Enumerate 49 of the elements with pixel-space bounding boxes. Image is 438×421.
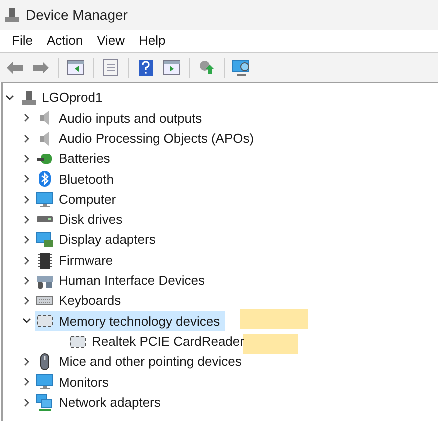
tree-item[interactable]: Keyboards	[35, 291, 126, 312]
expand-chevron-icon[interactable]	[22, 377, 32, 388]
tree-item[interactable]: Audio Processing Objects (APOs)	[35, 128, 260, 149]
tree-item[interactable]: Display adapters	[35, 230, 161, 250]
expand-chevron-icon[interactable]	[22, 113, 32, 124]
monitor-icon	[36, 190, 54, 209]
bluetooth-icon	[36, 170, 54, 188]
display-adapter-icon	[36, 231, 54, 250]
tree-item[interactable]: Audio inputs and outputs	[35, 108, 208, 128]
computer-tower-icon	[4, 7, 20, 23]
monitor-icon	[36, 373, 54, 392]
gear-up-arrow-icon	[200, 61, 214, 74]
tree-item[interactable]: Mice and other pointing devices	[35, 352, 247, 372]
tree-item[interactable]: Disk drives	[35, 210, 128, 230]
expand-chevron-icon[interactable]	[22, 235, 32, 246]
network-icon	[36, 394, 54, 412]
tree-item[interactable]: Network adapters	[35, 392, 166, 413]
expand-chevron-icon[interactable]	[22, 214, 32, 225]
menu-item[interactable]: View	[91, 31, 132, 51]
chip-icon	[36, 252, 54, 270]
expand-chevron-icon[interactable]	[22, 296, 32, 306]
window-title: Device Manager	[26, 6, 128, 25]
tree-root-label[interactable]: LGOprod1	[42, 88, 103, 108]
disk-drive-icon	[36, 216, 54, 224]
expand-chevron-icon[interactable]	[22, 174, 32, 184]
right-arrow-icon	[32, 60, 50, 74]
left-arrow-icon	[6, 60, 24, 74]
tree-item[interactable]: Bluetooth	[35, 169, 119, 190]
menu-item[interactable]: Help	[133, 31, 172, 51]
expand-chevron-icon[interactable]	[22, 357, 32, 367]
tree-item[interactable]: Monitors	[35, 372, 114, 392]
expand-chevron-icon[interactable]	[22, 134, 32, 144]
monitor-search-icon	[232, 58, 252, 76]
computer-tower-icon	[21, 90, 37, 106]
expand-chevron-icon[interactable]	[22, 276, 32, 286]
tree-item[interactable]: Realtek PCIE CardReader	[68, 332, 250, 352]
help-icon	[138, 58, 154, 76]
document-icon	[103, 58, 119, 76]
tree-item[interactable]: Computer	[35, 190, 122, 210]
menu-item[interactable]: File	[6, 31, 39, 51]
expand-chevron-icon[interactable]	[22, 398, 32, 408]
tree-item[interactable]: Batteries	[35, 149, 116, 170]
menu-item[interactable]: Action	[40, 31, 90, 51]
tree-item[interactable]: Firmware	[35, 250, 118, 271]
expand-chevron-icon[interactable]	[22, 194, 32, 205]
expand-chevron-icon[interactable]	[22, 256, 32, 266]
expand-chevron-icon[interactable]	[22, 154, 32, 164]
tree-item[interactable]: Human Interface Devices	[35, 270, 210, 291]
tree-item[interactable]: Memory technology devices	[35, 311, 226, 332]
